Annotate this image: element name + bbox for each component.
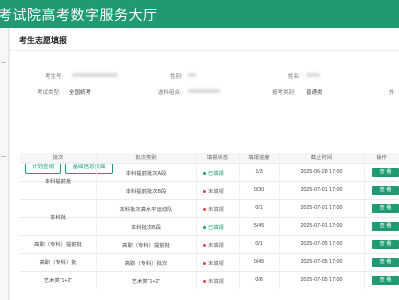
subjects-value-redacted: [188, 89, 220, 93]
status-dot-icon: [203, 244, 206, 248]
status-dot-icon: [203, 190, 206, 194]
batch-group-cell: 高职（专科）批: [39, 260, 77, 266]
category-cell: 本科批次高水平运动队: [119, 207, 173, 213]
status-text: 未填报: [208, 207, 224, 213]
progress-cell: 1/3: [255, 169, 263, 175]
col-header-progress: 填报进度: [239, 153, 279, 163]
volunteer-table: 批次 批次类别 填报状态 填报进度 截止时间 操作 本科提前批 本科批 高职（专…: [20, 153, 399, 289]
status-text: 未填报: [208, 261, 224, 267]
status-text: 未填报: [208, 243, 224, 249]
batch-group-cell: 高职（专科）提前批: [34, 242, 82, 248]
name-label: 姓名:: [288, 74, 301, 80]
progress-cell: 0/8: [255, 277, 263, 283]
page-title: 考生志愿填报: [19, 36, 67, 45]
category-cell: 高职（专科）批次: [124, 261, 168, 267]
batch-group-cell: 艺术类“1+2”: [43, 278, 73, 284]
view-button[interactable]: 查 看: [372, 186, 399, 195]
status-dot-icon: [203, 172, 206, 176]
col-divider: [364, 153, 365, 289]
view-button[interactable]: 查 看: [372, 204, 399, 213]
progress-cell: 0/1: [255, 241, 263, 247]
status-dot-icon: [203, 262, 206, 266]
deadline-cell: 2025-06-28 17:00: [300, 169, 343, 175]
category-cell: 本科提前批次A段: [125, 171, 167, 177]
view-button[interactable]: 查 看: [372, 240, 399, 249]
status-text: 已填报: [208, 225, 224, 231]
cutoff-label: 外: [389, 90, 395, 96]
status-badge: 未填报: [203, 241, 224, 249]
view-button[interactable]: 查 看: [372, 222, 399, 231]
status-dot-icon: [203, 280, 206, 284]
row-divider: [20, 253, 399, 254]
sidebar-collapsed[interactable]: [0, 28, 9, 300]
status-text: 已填报: [208, 171, 224, 177]
progress-cell: 0/30: [253, 187, 265, 193]
row-divider: [20, 199, 399, 200]
card-header: 考生志愿填报: [10, 28, 399, 51]
sidebar-handle-icon[interactable]: [1, 62, 6, 63]
name-value-redacted: [306, 73, 320, 77]
status-badge: 已填报: [203, 169, 224, 177]
status-text: 未填报: [208, 279, 224, 285]
status-badge: 未填报: [203, 259, 224, 267]
category-cell: 本科提前批次B段: [125, 189, 167, 195]
deadline-cell: 2025-07-01 17:00: [300, 223, 343, 229]
status-text: 未填报: [208, 189, 224, 195]
status-dot-icon: [203, 208, 206, 212]
apply-type-value: 普通类: [306, 90, 323, 96]
sidebar-handle-icon[interactable]: [1, 156, 6, 157]
progress-cell: 0/45: [253, 259, 265, 265]
status-badge: 未填报: [203, 277, 224, 285]
view-button[interactable]: 查 看: [372, 258, 399, 267]
app-title: 考试院高考数字服务大厅: [0, 7, 158, 23]
col-header-action: 操作: [364, 153, 399, 163]
batch-group-cell: 本科批: [50, 215, 66, 221]
subjects-label: 选科组合:: [158, 90, 182, 96]
apply-type-label: 报考类别:: [272, 90, 296, 96]
category-cell: 高职（专科）提前批: [122, 243, 170, 249]
progress-cell: 5/45: [253, 223, 265, 229]
deadline-cell: 2025-07-05 17:00: [300, 259, 343, 265]
col-divider: [196, 153, 197, 289]
col-header-batch: 批次: [20, 153, 96, 163]
status-badge: 未填报: [203, 205, 224, 213]
exam-no-value-redacted: [72, 73, 118, 77]
category-cell: 艺术类“1+2”: [131, 279, 161, 285]
exam-no-label: 考生号:: [45, 74, 64, 80]
view-button[interactable]: 查 看: [372, 276, 399, 285]
view-button[interactable]: 查 看: [372, 168, 399, 177]
row-divider: [20, 163, 399, 164]
col-header-category: 批次类别: [96, 153, 196, 163]
status-badge: 已填报: [203, 223, 224, 231]
col-header-deadline: 截止时间: [279, 153, 364, 163]
app-header: 考试院高考数字服务大厅: [0, 0, 399, 28]
deadline-cell: 2025-07-01 17:00: [300, 205, 343, 211]
row-divider: [20, 271, 399, 272]
deadline-cell: 2025-07-05 17:00: [300, 241, 343, 247]
status-dot-icon: [203, 226, 206, 230]
status-badge: 未填报: [203, 187, 224, 195]
exam-type-label: 考试类型:: [37, 90, 61, 96]
row-divider: [20, 235, 399, 236]
deadline-cell: 2025-07-01 17:00: [300, 187, 343, 193]
exam-type-value: 全国統考: [69, 90, 92, 96]
deadline-cell: 2025-07-05 17:00: [300, 277, 343, 283]
progress-cell: 0/1: [255, 205, 263, 211]
gender-value-redacted: [188, 73, 196, 77]
batch-group-cell: 本科提前批: [44, 179, 72, 185]
gender-label: 性别:: [170, 74, 183, 80]
col-header-status: 填报状态: [196, 153, 239, 163]
category-cell: 本科批次B段: [130, 225, 162, 231]
